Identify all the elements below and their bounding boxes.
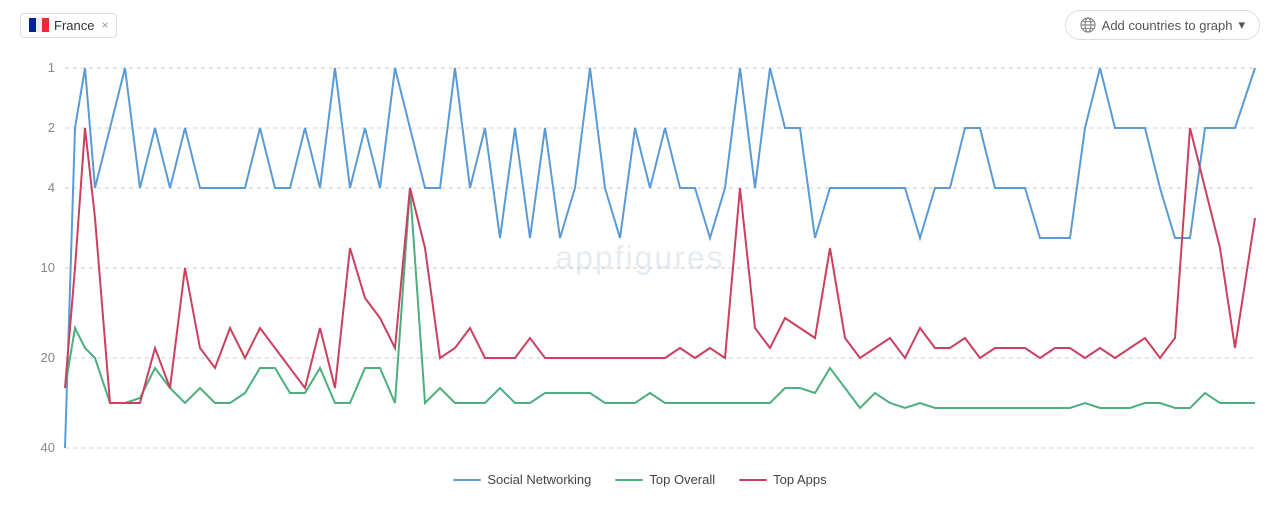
remove-country-button[interactable]: ×	[101, 18, 108, 32]
social-networking-line	[65, 68, 1255, 448]
legend-line-top-apps	[739, 479, 767, 481]
country-name: France	[54, 18, 94, 33]
main-container: France × Add countries to graph ▾ appfig…	[0, 0, 1280, 523]
legend-item-social-networking: Social Networking	[453, 472, 591, 487]
top-overall-line	[65, 188, 1255, 408]
country-tag[interactable]: France ×	[20, 13, 117, 38]
top-apps-line	[65, 128, 1255, 403]
header: France × Add countries to graph ▾	[20, 10, 1260, 40]
svg-text:4: 4	[48, 180, 55, 195]
chart-svg: .grid-line { stroke: #ccc; stroke-width:…	[20, 48, 1260, 468]
legend-item-top-apps: Top Apps	[739, 472, 827, 487]
legend-line-top-overall	[615, 479, 643, 481]
svg-text:10: 10	[41, 260, 55, 275]
legend-item-top-overall: Top Overall	[615, 472, 715, 487]
chart-legend: Social Networking Top Overall Top Apps	[20, 472, 1260, 487]
legend-label-top-apps: Top Apps	[773, 472, 827, 487]
legend-label-top-overall: Top Overall	[649, 472, 715, 487]
add-countries-button[interactable]: Add countries to graph ▾	[1065, 10, 1260, 40]
add-countries-label: Add countries to graph	[1102, 18, 1233, 33]
svg-text:2: 2	[48, 120, 55, 135]
legend-line-social-networking	[453, 479, 481, 481]
svg-text:1: 1	[48, 60, 55, 75]
svg-text:40: 40	[41, 440, 55, 455]
legend-label-social-networking: Social Networking	[487, 472, 591, 487]
chevron-down-icon: ▾	[1238, 17, 1245, 33]
svg-text:20: 20	[41, 350, 55, 365]
chart-area: appfigures .grid-line { stroke: #ccc; st…	[20, 48, 1260, 468]
france-flag-icon	[29, 18, 49, 32]
globe-icon	[1080, 17, 1096, 33]
